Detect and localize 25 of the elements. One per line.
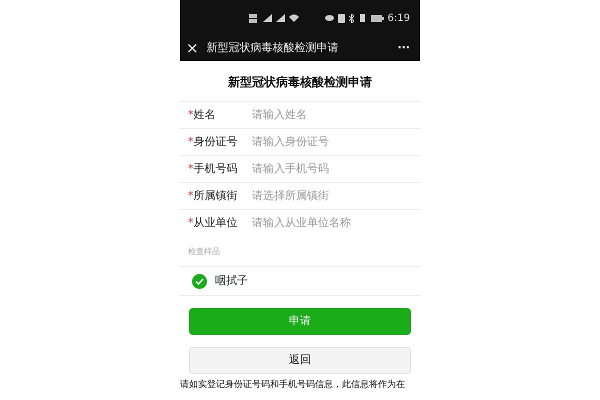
back-button[interactable]: 返回 [189, 347, 411, 374]
close-button[interactable]: × [186, 37, 199, 60]
input-field[interactable]: 请输入手机号码 [252, 160, 402, 178]
input-field[interactable]: 请选择所属镇街 [252, 188, 402, 204]
wifi-icon [288, 14, 299, 22]
checkbox[interactable] [192, 274, 207, 288]
input-field[interactable]: 请输入身份证号 [252, 134, 402, 150]
sim-icon [248, 14, 259, 22]
field-label: *从业单位 [188, 214, 238, 231]
bluetooth-icon [348, 14, 354, 22]
field-label: *手机号码 [188, 160, 238, 177]
field-label: *身份证号 [188, 134, 238, 150]
input-field[interactable]: 请输入从业单位名称 [252, 214, 402, 232]
battery-icon [370, 14, 384, 22]
input-field[interactable]: 请输入姓名 [252, 106, 402, 124]
checkmark-icon [195, 278, 204, 284]
notice-text: 请如实登记身份证号码和手机号码信息，此信息将作为在 [180, 379, 405, 390]
option-label: 咽拭子 [215, 272, 248, 289]
status-time: 6:19 [388, 12, 410, 26]
field-label: *姓名 [188, 106, 216, 123]
field-label: *所属镇街 [188, 188, 238, 204]
page-title: 新型冠状病毒核酸检测申请 [206, 40, 340, 56]
form-title: 新型冠状病毒核酸检测申请 [228, 75, 372, 89]
more-button[interactable]: ··· [397, 40, 410, 57]
section-label: 检查样品 [188, 247, 220, 256]
